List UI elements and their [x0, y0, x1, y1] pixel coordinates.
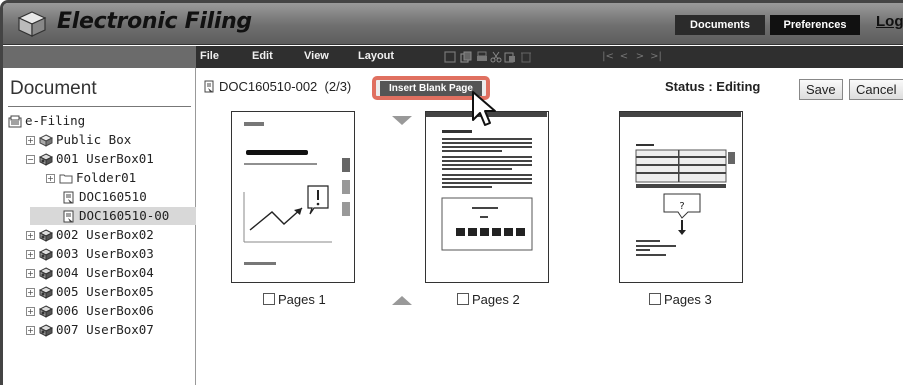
prev-page-icon[interactable]: < — [618, 51, 630, 63]
tree-item-label: 001 UserBox01 — [56, 151, 154, 166]
page-3-preview: ? — [620, 112, 741, 256]
tree-item-userbox01[interactable]: − 001 UserBox01 — [26, 150, 154, 168]
page-2-preview — [426, 112, 547, 251]
document-editor: DOC160510-002 (2/3) Insert Blank Page St… — [197, 68, 903, 385]
page-label-text: Pages 1 — [278, 292, 326, 307]
tree-item-label: DOC160510-00 — [79, 208, 170, 223]
sidebar-header-strip — [3, 46, 196, 68]
menu-edit[interactable]: Edit — [252, 50, 273, 62]
menu-layout[interactable]: Layout — [358, 50, 394, 62]
userbox-icon — [39, 324, 53, 337]
menu-bar: File Edit View Layout |< < > >| — [196, 46, 903, 68]
next-page-icon[interactable]: > — [634, 51, 646, 63]
page-label-2[interactable]: Pages 2 — [457, 292, 520, 307]
menu-view[interactable]: View — [304, 50, 329, 62]
tree-item-label: 006 UserBox06 — [56, 303, 154, 318]
userbox-icon — [39, 305, 53, 318]
tree-item-label: 007 UserBox07 — [56, 322, 154, 337]
document-icon — [63, 210, 74, 223]
cube-logo-icon — [17, 11, 47, 37]
first-page-icon[interactable]: |< — [602, 51, 614, 63]
login-link[interactable]: Logi — [876, 13, 903, 30]
tree-item-public-box[interactable]: + Public Box — [26, 131, 131, 149]
tree-item-label: Public Box — [56, 132, 132, 147]
expand-icon[interactable]: + — [26, 231, 35, 240]
expand-icon[interactable]: + — [26, 307, 35, 316]
collapse-icon[interactable]: − — [26, 155, 35, 164]
tree-item-label: e-Filing — [25, 113, 86, 128]
expand-icon[interactable]: + — [26, 136, 35, 145]
move-up-arrow-icon[interactable] — [392, 296, 412, 305]
cancel-button[interactable]: Cancel — [849, 79, 903, 100]
app-title: Electronic Filing — [57, 9, 252, 34]
expand-icon[interactable]: + — [26, 269, 35, 278]
folder-icon — [59, 174, 73, 184]
page-thumbnail-1[interactable] — [231, 111, 355, 283]
document-icon — [204, 80, 214, 93]
page-1-checkbox[interactable] — [263, 293, 275, 305]
expand-icon[interactable]: + — [46, 174, 55, 183]
tree-item-userbox03[interactable]: +003 UserBox03 — [26, 245, 154, 263]
userbox-icon — [39, 286, 53, 299]
page-label-3[interactable]: Pages 3 — [649, 292, 712, 307]
tree-item-userbox07[interactable]: +007 UserBox07 — [26, 321, 154, 339]
tree-item-userbox02[interactable]: +002 UserBox02 — [26, 226, 154, 244]
tree-item-efiling[interactable]: e-Filing — [8, 112, 85, 130]
paste-icon[interactable] — [504, 51, 516, 63]
cut-icon[interactable] — [490, 51, 502, 63]
document-icon — [63, 191, 74, 204]
tree-item-userbox06[interactable]: +006 UserBox06 — [26, 302, 154, 320]
expand-icon[interactable]: + — [26, 326, 35, 335]
page-label-text: Pages 2 — [472, 292, 520, 307]
tree-item-label: Folder01 — [76, 170, 137, 185]
insert-blank-page-label: Insert Blank Page — [380, 81, 482, 96]
sidebar-divider — [8, 106, 191, 107]
copy-icon[interactable] — [460, 51, 472, 63]
tree-item-label: 003 UserBox03 — [56, 246, 154, 261]
tree-item-doc160510[interactable]: DOC160510 — [62, 188, 147, 206]
page-1-preview — [243, 122, 350, 265]
page-3-checkbox[interactable] — [649, 293, 661, 305]
userbox-icon — [39, 267, 53, 280]
last-page-icon[interactable]: >| — [650, 51, 662, 63]
document-title: DOC160510-002 — [219, 79, 318, 94]
tree-item-label: DOC160510 — [79, 189, 147, 204]
tab-preferences[interactable]: Preferences — [770, 15, 860, 35]
public-box-icon — [39, 134, 53, 147]
tab-documents[interactable]: Documents — [675, 15, 765, 35]
page-indicator: (2/3) — [324, 79, 352, 94]
print-icon[interactable] — [476, 51, 488, 63]
mouse-cursor-icon — [472, 91, 496, 126]
tree-item-label: 004 UserBox04 — [56, 265, 154, 280]
tree-item-userbox05[interactable]: +005 UserBox05 — [26, 283, 154, 301]
page-thumbnail-3[interactable]: ? — [619, 111, 743, 283]
userbox-icon — [39, 153, 53, 166]
delete-icon[interactable] — [520, 51, 532, 63]
tree-item-label: 002 UserBox02 — [56, 227, 154, 242]
tree-item-doc160510-002[interactable]: DOC160510-00 — [30, 207, 196, 225]
menu-file[interactable]: File — [200, 50, 219, 62]
expand-icon[interactable]: + — [26, 288, 35, 297]
page-2-checkbox[interactable] — [457, 293, 469, 305]
move-down-arrow-icon[interactable] — [392, 116, 412, 125]
tree-item-folder01[interactable]: + Folder01 — [46, 169, 136, 187]
sidebar-title: Document — [10, 78, 97, 99]
tree-item-label: 005 UserBox05 — [56, 284, 154, 299]
select-icon[interactable] — [444, 51, 456, 63]
save-button[interactable]: Save — [799, 79, 843, 100]
page-label-text: Pages 3 — [664, 292, 712, 307]
window-frame: Electronic Filing Documents Preferences … — [0, 0, 903, 385]
status-text: Status : Editing — [665, 79, 761, 94]
sidebar: Document e-Filing + Public Box − 001 UserB… — [3, 68, 196, 385]
userbox-icon — [39, 229, 53, 242]
page-3-question-mark: ? — [679, 201, 684, 212]
page-thumbnail-2[interactable] — [425, 111, 549, 283]
efiling-icon — [8, 115, 22, 128]
tree-item-userbox04[interactable]: +004 UserBox04 — [26, 264, 154, 282]
document-name: DOC160510-002 (2/3) — [203, 79, 351, 94]
expand-icon[interactable]: + — [26, 250, 35, 259]
page-label-1[interactable]: Pages 1 — [263, 292, 326, 307]
userbox-icon — [39, 248, 53, 261]
app-header: Electronic Filing Documents Preferences … — [3, 3, 903, 45]
